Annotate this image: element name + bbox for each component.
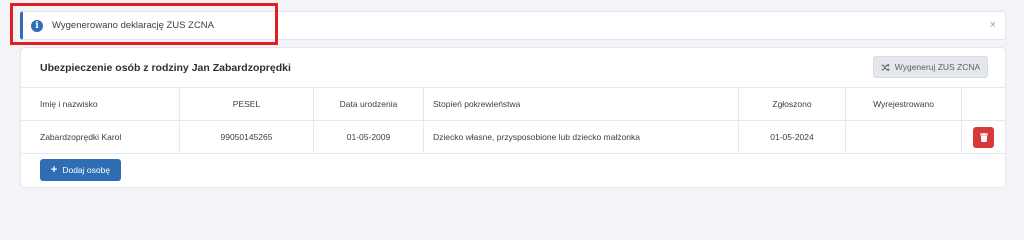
header-name: Imię i nazwisko	[21, 88, 180, 120]
cell-pesel: 99050145265	[180, 121, 314, 153]
header-pesel: PESEL	[180, 88, 314, 120]
family-table: Imię i nazwisko PESEL Data urodzenia Sto…	[21, 87, 1005, 154]
delete-button[interactable]	[973, 126, 994, 148]
alert-message: Wygenerowano deklarację ZUS ZCNA	[52, 20, 215, 31]
trash-icon	[979, 132, 988, 142]
family-insurance-card: Ubezpieczenie osób z rodziny Jan Zabardz…	[20, 47, 1006, 188]
cell-deregistered	[846, 121, 962, 153]
add-button-label: Dodaj osobę	[62, 165, 111, 175]
add-person-button[interactable]: + Dodaj osobę	[40, 159, 121, 181]
header-relation: Stopień pokrewieństwa	[424, 88, 739, 120]
generate-button-label: Wygeneruj ZUS ZCNA	[894, 62, 981, 72]
card-title: Ubezpieczenie osób z rodziny Jan Zabardz…	[40, 62, 291, 74]
info-icon: i	[31, 19, 43, 32]
generate-zcna-button[interactable]: Wygeneruj ZUS ZCNA	[873, 56, 988, 78]
cell-registered: 01-05-2024	[739, 121, 846, 153]
plus-icon: +	[50, 163, 58, 176]
header-registered: Zgłoszono	[739, 88, 846, 120]
shuffle-icon	[881, 63, 890, 71]
table-header-row: Imię i nazwisko PESEL Data urodzenia Sto…	[21, 87, 1005, 120]
cell-birth-date: 01-05-2009	[314, 121, 424, 153]
cell-relation: Dziecko własne, przysposobione lub dziec…	[424, 121, 739, 153]
header-birth-date: Data urodzenia	[314, 88, 424, 120]
table-row: Zabardzoprędki Karol 99050145265 01-05-2…	[21, 120, 1005, 154]
close-icon[interactable]: ×	[990, 19, 996, 31]
info-alert: i Wygenerowano deklarację ZUS ZCNA ×	[20, 11, 1006, 40]
cell-name: Zabardzoprędki Karol	[21, 121, 180, 153]
cell-actions	[962, 121, 1005, 153]
header-deregistered: Wyrejestrowano	[846, 88, 962, 120]
header-actions	[962, 88, 1005, 120]
